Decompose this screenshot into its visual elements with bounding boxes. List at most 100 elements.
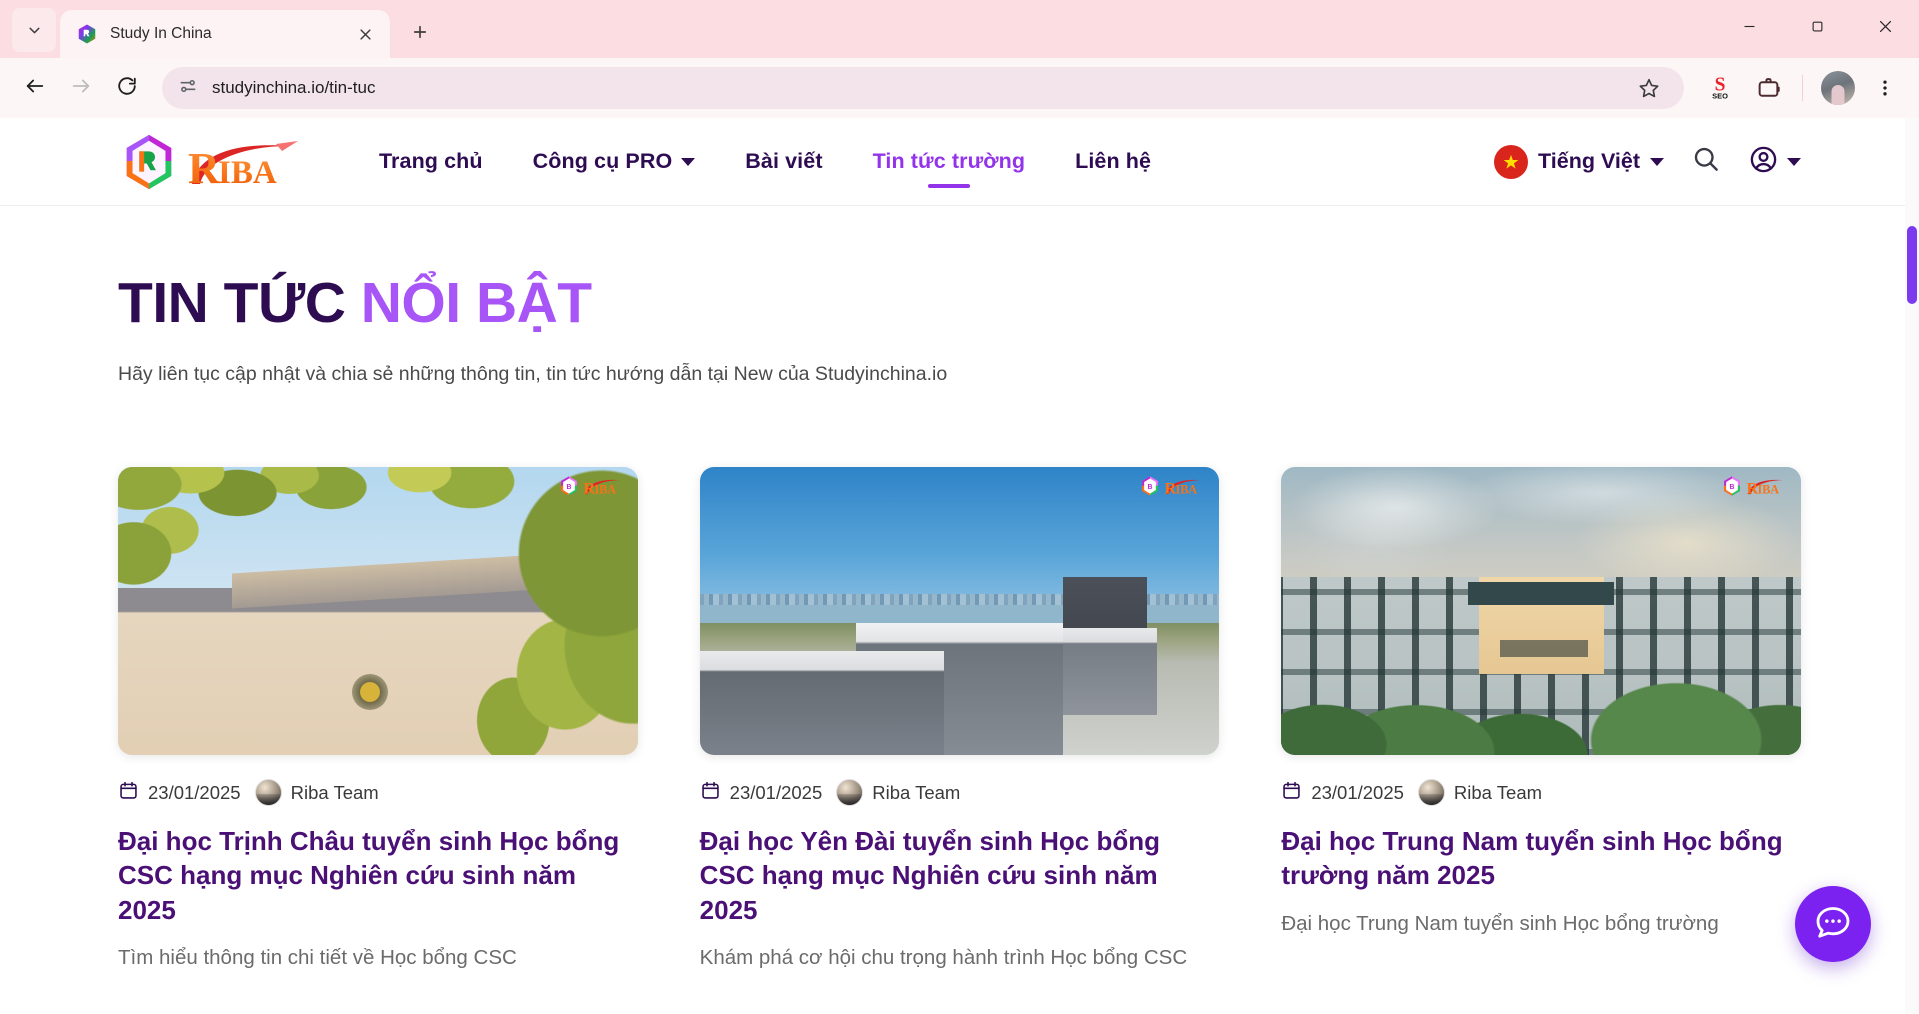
page-content: TIN TỨC NỔI BẬT Hãy liên tục cập nhật và… — [0, 273, 1919, 973]
language-label: Tiếng Việt — [1538, 149, 1640, 173]
nav-item-tin-tuc-truong[interactable]: Tin tức trường — [871, 141, 1028, 182]
chevron-down-icon — [681, 157, 696, 166]
site-nav: Trang chủ Công cụ PRO Bài viết Tin tức t… — [377, 141, 1153, 182]
card-image-block-a — [699, 651, 944, 756]
seo-extension-icon[interactable]: S SEO — [1698, 66, 1742, 110]
minimize-window-button[interactable] — [1715, 0, 1783, 58]
nav-item-trang-chu[interactable]: Trang chủ — [377, 141, 485, 182]
new-tab-button[interactable] — [400, 14, 440, 54]
news-card[interactable]: B R IBA 23/01/2025 Riba — [699, 467, 1220, 973]
star-icon[interactable] — [1630, 69, 1668, 107]
svg-text:R: R — [188, 144, 221, 188]
card-author-text: Riba Team — [290, 781, 379, 803]
chevron-down-icon — [1787, 157, 1801, 166]
window-controls — [1715, 0, 1919, 58]
tab-title: Study In China — [110, 25, 212, 42]
card-title[interactable]: Đại học Trung Nam tuyển sinh Học bổng tr… — [1281, 824, 1801, 893]
vietnam-flag-icon — [1494, 144, 1529, 179]
nav-label: Tin tức trường — [872, 149, 1026, 173]
site-header: R IBA Trang chủ Công cụ PRO Bài viết Tin… — [0, 118, 1919, 206]
nav-item-lien-he[interactable]: Liên hệ — [1073, 141, 1153, 182]
avatar[interactable] — [1821, 71, 1855, 105]
card-meta: 23/01/2025 Riba Team — [118, 779, 638, 807]
reload-button[interactable] — [106, 67, 148, 109]
clipboard-extension-icon[interactable] — [1746, 66, 1790, 110]
search-icon — [1691, 144, 1721, 179]
author-avatar — [254, 779, 282, 807]
user-circle-icon — [1748, 144, 1779, 180]
calendar-icon — [118, 780, 139, 806]
card-title[interactable]: Đại học Yên Đài tuyển sinh Học bổng CSC … — [700, 824, 1220, 927]
close-icon[interactable] — [352, 21, 378, 47]
card-title[interactable]: Đại học Trịnh Châu tuyển sinh Học bổng C… — [118, 824, 638, 927]
browser-toolbar: studyinchina.io/tin-tuc S SEO — [0, 58, 1919, 118]
card-excerpt: Đại học Trung Nam tuyển sinh Học bổng tr… — [1281, 911, 1719, 935]
news-card[interactable]: B R IBA 23/01/2025 Riba — [118, 467, 638, 973]
browser-tab[interactable]: Study In China — [60, 10, 390, 58]
svg-text:IBA: IBA — [1176, 483, 1198, 496]
address-bar[interactable]: studyinchina.io/tin-tuc — [162, 67, 1684, 109]
back-button[interactable] — [14, 67, 56, 109]
page-scrollbar[interactable] — [1905, 118, 1919, 1014]
svg-text:R: R — [583, 480, 595, 496]
card-thumbnail[interactable]: B R IBA — [118, 467, 638, 756]
page-subtitle: Hãy liên tục cập nhật và chia sẻ những t… — [118, 362, 948, 385]
image-watermark: B R IBA — [1139, 475, 1209, 497]
maximize-icon — [1810, 19, 1825, 39]
three-dot-menu-icon[interactable] — [1865, 66, 1905, 110]
image-watermark: B R IBA — [1721, 475, 1791, 497]
account-menu[interactable] — [1748, 144, 1801, 180]
search-button[interactable] — [1686, 142, 1726, 182]
chevron-down-icon — [26, 22, 43, 39]
riba-hex-icon — [76, 23, 98, 45]
nav-label: Trang chủ — [379, 149, 483, 173]
header-actions: Tiếng Việt — [1494, 142, 1801, 182]
author-avatar — [1417, 779, 1445, 807]
card-thumbnail[interactable]: B R IBA — [699, 467, 1220, 756]
nav-label: Công cụ PRO — [532, 149, 673, 173]
calendar-icon — [1281, 780, 1302, 806]
card-author-text: Riba Team — [1453, 781, 1543, 803]
close-window-button[interactable] — [1851, 0, 1919, 58]
card-date-text: 23/01/2025 — [729, 781, 823, 803]
site-logo[interactable]: R IBA — [118, 131, 309, 193]
card-author: Riba Team — [836, 779, 961, 807]
page-title: TIN TỨC NỔI BẬT — [118, 273, 1801, 334]
svg-text:IBA: IBA — [594, 483, 616, 496]
image-watermark: B R IBA — [558, 475, 628, 497]
chevron-down-icon — [1650, 157, 1664, 166]
svg-text:B: B — [566, 484, 571, 491]
nav-item-cong-cu-pro[interactable]: Công cụ PRO — [531, 141, 698, 182]
maximize-window-button[interactable] — [1783, 0, 1851, 58]
chat-bubble-dots-icon — [1813, 902, 1853, 947]
page-viewport: R IBA Trang chủ Công cụ PRO Bài viết Tin… — [0, 118, 1919, 1014]
card-author-text: Riba Team — [872, 781, 961, 803]
forward-arrow-icon — [70, 75, 92, 102]
back-arrow-icon — [24, 75, 46, 102]
language-switcher[interactable]: Tiếng Việt — [1494, 144, 1664, 179]
card-date: 23/01/2025 — [1281, 780, 1404, 806]
card-image-trees — [1281, 680, 1801, 756]
svg-text:IBA: IBA — [218, 155, 277, 188]
tune-site-settings-icon[interactable] — [178, 76, 198, 101]
news-card[interactable]: B R IBA 23/01/2025 Riba — [1281, 467, 1801, 973]
site-logo-wordmark: R IBA — [184, 136, 309, 193]
svg-text:B: B — [1730, 484, 1735, 491]
card-author: Riba Team — [1417, 779, 1543, 807]
card-image-skybridge — [1468, 582, 1614, 606]
card-date-text: 23/01/2025 — [1311, 781, 1404, 803]
card-excerpt: Tìm hiểu thông tin chi tiết về Học bổng … — [118, 946, 517, 970]
card-meta: 23/01/2025 Riba Team — [1281, 779, 1801, 807]
card-meta: 23/01/2025 Riba Team — [700, 779, 1220, 807]
card-date: 23/01/2025 — [700, 780, 823, 806]
forward-button[interactable] — [60, 67, 102, 109]
card-thumbnail[interactable]: B R IBA — [1281, 467, 1801, 756]
nav-item-bai-viet[interactable]: Bài viết — [743, 141, 824, 182]
tab-search-button[interactable] — [12, 8, 56, 52]
svg-text:IBA: IBA — [1758, 483, 1780, 496]
scrollbar-thumb[interactable] — [1907, 226, 1917, 304]
chat-widget-button[interactable] — [1795, 886, 1871, 962]
card-excerpt: Khám phá cơ hội chu trọng hành trình Học… — [699, 946, 1188, 970]
calendar-icon — [700, 780, 721, 806]
svg-text:B: B — [1148, 484, 1153, 491]
